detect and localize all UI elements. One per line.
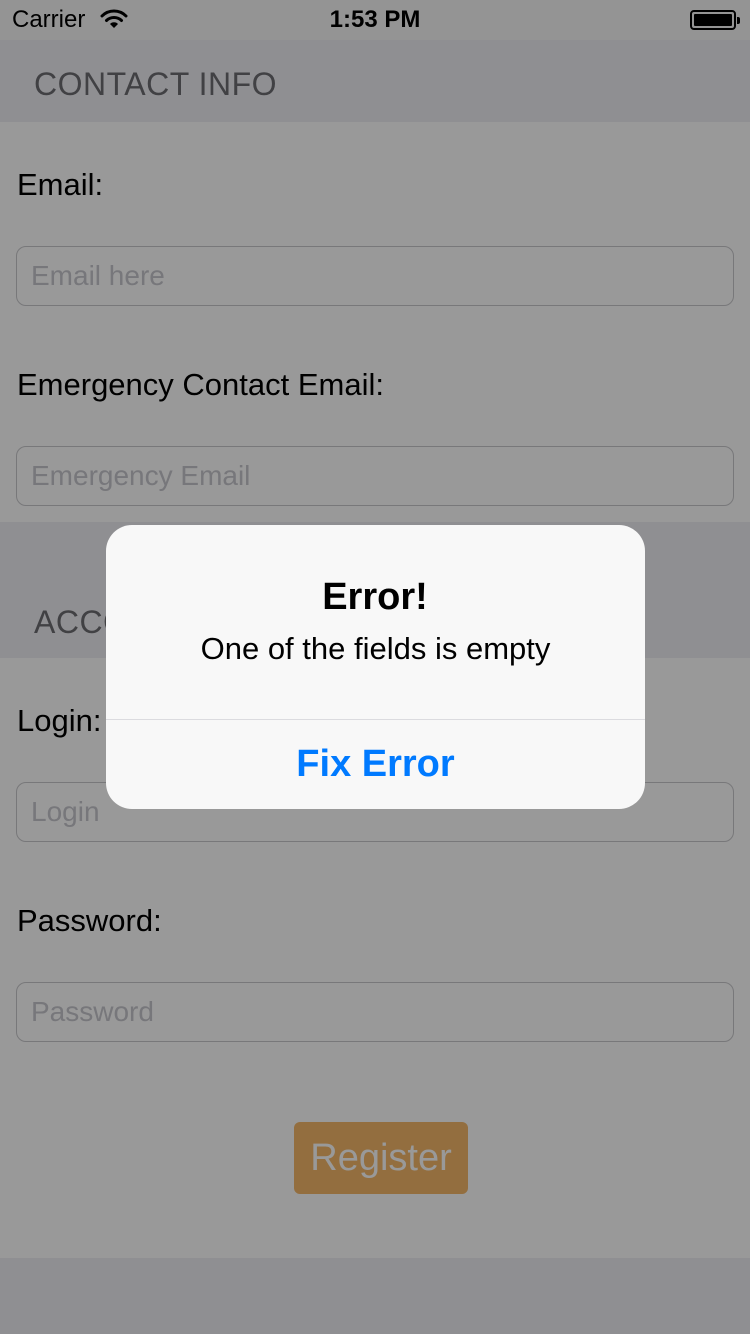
- registration-screen: Carrier 1:53 PM CONTACT INFO Email: Emer…: [0, 0, 750, 1334]
- fix-error-button[interactable]: Fix Error: [106, 720, 645, 809]
- alert-title: Error!: [322, 576, 428, 618]
- alert-message: One of the fields is empty: [200, 631, 551, 666]
- error-alert-dialog: One of the fields is empty Fix Error: [106, 525, 645, 809]
